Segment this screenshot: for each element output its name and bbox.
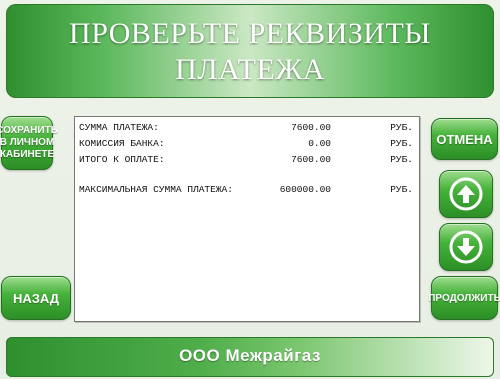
receipt-row: ИТОГО К ОПЛАТЕ: 7600.00 РУБ. (79, 153, 413, 167)
receipt-row: КОМИССИЯ БАНКА: 0.00 РУБ. (79, 137, 413, 151)
arrow-up-icon (449, 177, 483, 211)
receipt-row: МАКСИМАЛЬНАЯ СУММА ПЛАТЕЖА: 600000.00 РУ… (79, 183, 413, 197)
header-banner: ПРОВЕРЬТЕ РЕКВИЗИТЫ ПЛАТЕЖА (6, 4, 494, 98)
receipt-row-label: КОМИССИЯ БАНКА: (79, 138, 165, 149)
payment-details-panel: СУММА ПЛАТЕЖА: 7600.00 РУБ. КОМИССИЯ БАН… (74, 116, 420, 322)
continue-button-label: ПРОДОЛЖИТЬ (428, 292, 500, 304)
cancel-button[interactable]: ОТМЕНА (431, 118, 498, 160)
receipt-row-value: 7600.00 (291, 154, 331, 165)
receipt-row-currency: РУБ. (390, 138, 413, 149)
footer-banner: ООО Межрайгаз (6, 337, 494, 377)
scroll-down-button[interactable] (439, 223, 493, 271)
receipt-row-value: 0.00 (308, 138, 331, 149)
receipt-row-label: МАКСИМАЛЬНАЯ СУММА ПЛАТЕЖА: (79, 184, 233, 195)
receipt-row-currency: РУБ. (390, 184, 413, 195)
back-button-label: НАЗАД (12, 290, 60, 306)
save-to-cabinet-button[interactable]: СОХРАНИТЬ В ЛИЧНОМ КАБИНЕТЕ (0, 116, 58, 170)
receipt-row: СУММА ПЛАТЕЖА: 7600.00 РУБ. (79, 121, 413, 135)
receipt-row-value: 600000.00 (279, 184, 331, 195)
receipt-row-label: СУММА ПЛАТЕЖА: (79, 122, 159, 133)
receipt-row-label: ИТОГО К ОПЛАТЕ: (79, 154, 165, 165)
receipt-row-currency: РУБ. (390, 154, 413, 165)
back-button[interactable]: НАЗАД (1, 276, 71, 320)
save-to-cabinet-label: СОХРАНИТЬ В ЛИЧНОМ КАБИНЕТЕ (0, 125, 58, 160)
recipient-company-name: ООО Межрайгаз (179, 346, 321, 365)
arrow-down-icon (449, 230, 483, 264)
receipt-row-currency: РУБ. (390, 122, 413, 133)
receipt-row-value: 7600.00 (291, 122, 331, 133)
page-title: ПРОВЕРЬТЕ РЕКВИЗИТЫ ПЛАТЕЖА (6, 16, 494, 88)
continue-button[interactable]: ПРОДОЛЖИТЬ (428, 276, 500, 320)
page-title-line-2: ПЛАТЕЖА (175, 53, 325, 86)
scroll-up-button[interactable] (439, 170, 493, 218)
cancel-button-label: ОТМЕНА (436, 131, 493, 147)
page-title-line-1: ПРОВЕРЬТЕ РЕКВИЗИТЫ (69, 17, 431, 50)
